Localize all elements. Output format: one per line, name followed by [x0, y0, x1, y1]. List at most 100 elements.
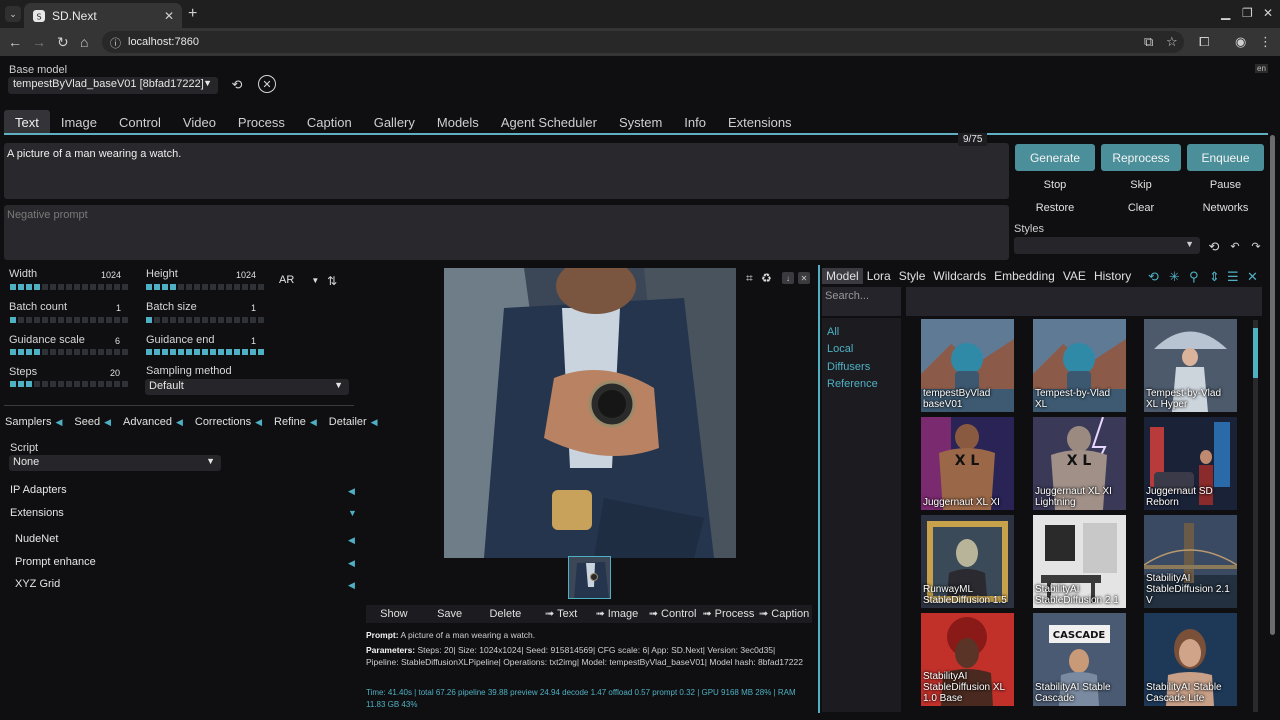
- tab-extensions[interactable]: Extensions: [717, 110, 803, 134]
- swap-dimensions-icon[interactable]: ⇅: [323, 272, 341, 290]
- filter-reference[interactable]: Reference: [822, 376, 901, 394]
- model-card[interactable]: StabilityAI Stable Cascade Lite: [1144, 613, 1237, 706]
- page-scrollbar[interactable]: [1270, 135, 1275, 635]
- filter-diffusers[interactable]: Diffusers: [822, 359, 901, 377]
- delete-button[interactable]: Delete: [478, 605, 534, 623]
- show-button[interactable]: Show: [366, 605, 422, 623]
- send-to-control-button[interactable]: ➟ Control: [645, 605, 701, 623]
- networks-tab-vae[interactable]: VAE: [1059, 268, 1090, 284]
- model-card[interactable]: StabilityAI StableDiffusion XL 1.0 Base: [921, 613, 1014, 706]
- refresh-networks-icon[interactable]: ⟲: [1148, 269, 1159, 285]
- close-window-icon[interactable]: ✕: [1263, 6, 1273, 20]
- send-to-process-button[interactable]: ➟ Process: [701, 605, 757, 623]
- guidance-scale-slider[interactable]: [10, 349, 134, 355]
- tab-process[interactable]: Process: [227, 110, 296, 134]
- networks-tab-embedding[interactable]: Embedding: [990, 268, 1059, 284]
- prompt-input[interactable]: A picture of a man wearing a watch.: [4, 143, 1009, 199]
- tab-text[interactable]: Text: [4, 110, 50, 134]
- asterisk-icon[interactable]: ✳: [1169, 269, 1180, 285]
- detailer-accordion[interactable]: Detailer ◀: [329, 416, 378, 428]
- tab-agent-scheduler[interactable]: Agent Scheduler: [490, 110, 608, 134]
- home-icon[interactable]: ⌂: [80, 34, 88, 50]
- networks-scrollbar-thumb[interactable]: [1253, 328, 1258, 378]
- triangle-down-icon[interactable]: ▼: [348, 508, 357, 518]
- model-card[interactable]: Tempest-by-Vlad XL: [1033, 319, 1126, 412]
- guidance-end-value[interactable]: 1: [251, 336, 256, 346]
- negative-prompt-input[interactable]: Negative prompt: [4, 205, 1009, 260]
- triangle-left-icon[interactable]: ◀: [348, 535, 355, 546]
- ip-adapters-section[interactable]: IP Adapters: [10, 484, 67, 496]
- model-card[interactable]: Juggernaut SD Reborn: [1144, 417, 1237, 510]
- enqueue-button[interactable]: Enqueue: [1187, 144, 1264, 171]
- networks-tab-history[interactable]: History: [1090, 268, 1135, 284]
- steps-slider[interactable]: [10, 381, 134, 387]
- back-icon[interactable]: ←: [8, 34, 22, 50]
- list-view-icon[interactable]: ☰: [1227, 269, 1239, 285]
- save-button[interactable]: Save: [422, 605, 478, 623]
- base-model-select[interactable]: tempestByVlad_baseV01 [8bfad17222] ▼: [8, 77, 218, 94]
- batch-size-slider[interactable]: [146, 317, 268, 323]
- networks-button[interactable]: Networks: [1187, 199, 1264, 217]
- send-to-caption-button[interactable]: ➟ Caption: [756, 605, 812, 623]
- model-card[interactable]: X L Juggernaut XL XI Lightning: [1033, 417, 1126, 510]
- language-badge[interactable]: en: [1255, 64, 1268, 73]
- samplers-accordion[interactable]: Samplers ◀: [5, 416, 62, 428]
- width-value[interactable]: 1024: [101, 270, 121, 280]
- search-icon[interactable]: ⚲: [1189, 269, 1199, 285]
- triangle-left-icon[interactable]: ◀: [348, 580, 355, 591]
- corrections-accordion[interactable]: Corrections ◀: [195, 416, 262, 428]
- stop-button[interactable]: Stop: [1015, 176, 1095, 194]
- refresh-styles-icon[interactable]: ⟲: [1205, 238, 1223, 256]
- tab-gallery[interactable]: Gallery: [363, 110, 426, 134]
- pause-button[interactable]: Pause: [1187, 176, 1264, 194]
- model-card[interactable]: StabilityAI StableDiffusion 2.1: [1033, 515, 1126, 608]
- download-icon[interactable]: ↓: [782, 272, 794, 284]
- tab-caption[interactable]: Caption: [296, 110, 363, 134]
- skip-button[interactable]: Skip: [1101, 176, 1181, 194]
- advanced-accordion[interactable]: Advanced ◀: [123, 416, 183, 428]
- steps-value[interactable]: 20: [110, 368, 120, 378]
- batch-size-value[interactable]: 1: [251, 303, 256, 313]
- filter-local[interactable]: Local: [822, 341, 901, 359]
- grid-icon[interactable]: ⌗: [746, 271, 753, 286]
- extensions-section[interactable]: Extensions: [10, 507, 64, 519]
- model-card[interactable]: Tempest-by-Vlad XL Hyper: [1144, 319, 1237, 412]
- script-select[interactable]: None ▼: [9, 455, 221, 471]
- networks-search-input[interactable]: Search...: [822, 287, 901, 316]
- nudenet-section[interactable]: NudeNet: [15, 533, 58, 545]
- restore-window-icon[interactable]: ❐: [1242, 6, 1253, 20]
- networks-scrollbar[interactable]: [1253, 320, 1258, 712]
- forward-icon[interactable]: →: [32, 34, 46, 50]
- clear-button[interactable]: Clear: [1101, 199, 1181, 217]
- site-info-icon[interactable]: ⓘ: [110, 35, 121, 51]
- minimize-icon[interactable]: ▁: [1221, 6, 1230, 20]
- model-card[interactable]: RunwayML StableDiffusion 1.5: [921, 515, 1014, 608]
- tab-info[interactable]: Info: [673, 110, 717, 134]
- recycle-icon[interactable]: ♻: [761, 271, 772, 285]
- close-preview-icon[interactable]: ✕: [798, 272, 810, 284]
- browser-menu-icon[interactable]: ⋮: [1259, 34, 1272, 50]
- generate-button[interactable]: Generate: [1015, 144, 1095, 171]
- networks-description-box[interactable]: [906, 287, 1262, 316]
- refine-accordion[interactable]: Refine ◀: [274, 416, 317, 428]
- reprocess-button[interactable]: Reprocess: [1101, 144, 1181, 171]
- seed-accordion[interactable]: Seed ◀: [74, 416, 111, 428]
- networks-tab-style[interactable]: Style: [895, 268, 930, 284]
- triangle-left-icon[interactable]: ◀: [348, 558, 355, 569]
- filter-all[interactable]: All: [822, 318, 901, 341]
- address-bar[interactable]: [102, 31, 1184, 53]
- bookmark-star-icon[interactable]: ☆: [1166, 34, 1178, 50]
- unload-model-icon[interactable]: ✕: [258, 75, 276, 93]
- width-slider[interactable]: [10, 284, 134, 290]
- tab-models[interactable]: Models: [426, 110, 490, 134]
- install-app-icon[interactable]: ⧉: [1144, 34, 1153, 50]
- close-networks-icon[interactable]: ✕: [1247, 269, 1258, 285]
- height-value[interactable]: 1024: [236, 270, 256, 280]
- networks-tab-lora[interactable]: Lora: [863, 268, 895, 284]
- sampling-method-select[interactable]: Default ▼: [145, 379, 349, 395]
- tab-system[interactable]: System: [608, 110, 673, 134]
- tab-video[interactable]: Video: [172, 110, 227, 134]
- ar-select[interactable]: AR ▼: [279, 274, 319, 286]
- output-thumbnail[interactable]: [568, 556, 611, 599]
- new-tab-icon[interactable]: +: [188, 5, 197, 23]
